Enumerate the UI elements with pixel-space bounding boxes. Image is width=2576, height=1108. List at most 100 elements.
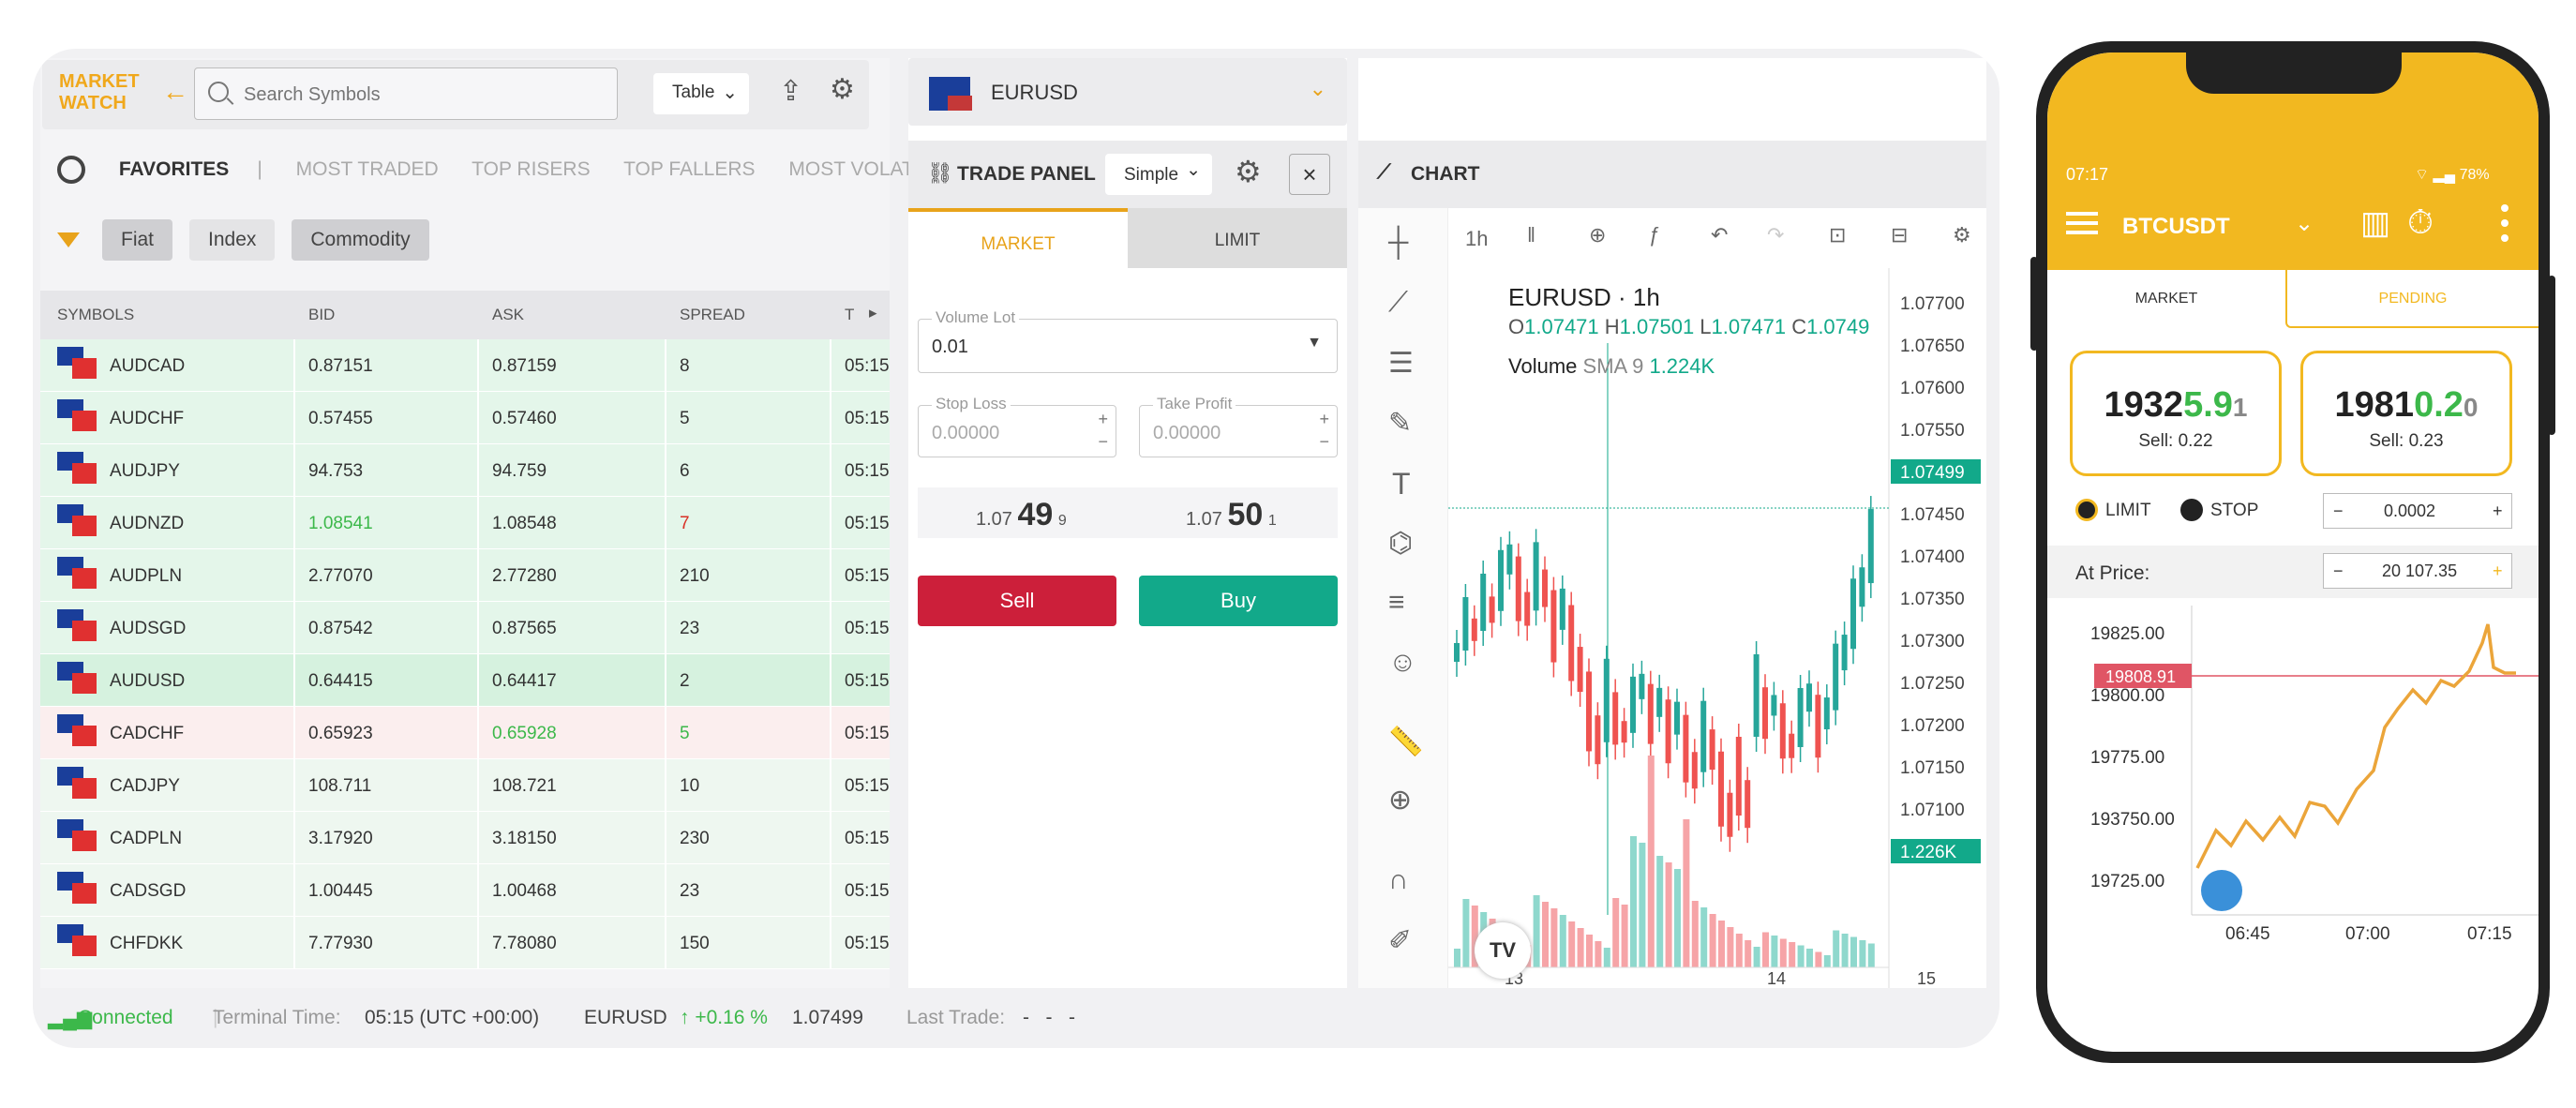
tab-top-fallers[interactable]: TOP FALLERS bbox=[623, 158, 755, 180]
menu-icon[interactable] bbox=[2066, 212, 2098, 216]
settings-gear-icon[interactable] bbox=[57, 156, 85, 184]
qty-minus[interactable]: − bbox=[2333, 502, 2344, 521]
pattern-icon[interactable]: ⌬ bbox=[1388, 527, 1413, 560]
close-button[interactable]: × bbox=[1289, 154, 1330, 195]
compare-icon[interactable]: ⊡ bbox=[1829, 223, 1846, 247]
col-time[interactable]: T bbox=[845, 306, 854, 324]
candle-body bbox=[1586, 671, 1592, 752]
tab-favorites[interactable]: FAVORITES bbox=[119, 158, 229, 180]
row-time: 05:15:3 bbox=[845, 829, 890, 848]
table-row[interactable]: CADPLN 3.17920 3.18150 230 05:15:3 bbox=[40, 812, 890, 864]
stop-radio[interactable] bbox=[2180, 499, 2203, 521]
row-symbol: CADSGD bbox=[110, 881, 187, 901]
phone-price-chart[interactable]: 19825.00 19800.00 19775.00 193750.00 19725.0… bbox=[2047, 606, 2539, 943]
filter-icon[interactable] bbox=[57, 232, 80, 247]
qty-plus[interactable]: + bbox=[2493, 502, 2503, 521]
trend-line-icon[interactable]: ⟋ bbox=[1388, 287, 1408, 319]
table-row[interactable]: AUDCAD 0.87151 0.87159 8 05:15:3 bbox=[40, 339, 890, 392]
interval-button[interactable]: 1h bbox=[1465, 227, 1488, 251]
phone-sell-card[interactable]: 19325.91 Sell: 0.22 bbox=[2070, 351, 2282, 476]
table-row[interactable]: CADCHF 0.65923 0.65928 5 05:15:3 bbox=[40, 707, 890, 759]
candle-body bbox=[1683, 714, 1689, 783]
table-row[interactable]: AUDCHF 0.57455 0.57460 5 05:15:3 bbox=[40, 392, 890, 444]
price-minus[interactable]: − bbox=[2333, 561, 2344, 581]
phone-buy-card[interactable]: 19810.20 Sell: 0.23 bbox=[2300, 351, 2512, 476]
snapshot-icon[interactable]: ⊟ bbox=[1891, 223, 1908, 247]
tab-market[interactable]: MARKET bbox=[908, 208, 1128, 268]
tab-limit[interactable]: LIMIT bbox=[1128, 208, 1347, 268]
add-indicator-icon[interactable]: ⊕ bbox=[1589, 223, 1606, 247]
ruler-icon[interactable]: 📏 bbox=[1388, 726, 1423, 758]
tab-most-traded[interactable]: MOST TRADED bbox=[296, 158, 439, 180]
zoom-in-icon[interactable]: ⊕ bbox=[1388, 784, 1412, 816]
chart-bars-icon[interactable]: ▥ bbox=[2360, 204, 2390, 242]
emoji-icon[interactable]: ☺ bbox=[1388, 647, 1417, 679]
phone-tab-market[interactable]: MARKET bbox=[2047, 270, 2285, 328]
table-row[interactable]: AUDNZD 1.08541 1.08548 7 05:15:3 bbox=[40, 497, 890, 549]
upload-icon[interactable]: ⇪ bbox=[779, 75, 802, 108]
mode-select[interactable]: Simple ⌄ bbox=[1105, 154, 1212, 195]
take-profit-stepper[interactable]: + − bbox=[1319, 408, 1329, 453]
table-row[interactable]: CHFDKK 7.77930 7.78080 150 05:15:3 bbox=[40, 917, 890, 969]
phone-x-label: 07:15 bbox=[2467, 924, 2512, 943]
function-icon[interactable]: ƒ bbox=[1649, 223, 1660, 247]
lock-draw-icon[interactable]: ✐ bbox=[1388, 924, 1412, 957]
view-select[interactable]: Table ⌄ bbox=[653, 73, 749, 114]
fib-icon[interactable]: ≡ bbox=[1388, 587, 1405, 619]
chevron-down-icon[interactable]: ⌄ bbox=[2295, 210, 2314, 237]
table-row[interactable]: AUDPLN 2.77070 2.77280 210 05:15:1 bbox=[40, 549, 890, 602]
stop-loss-stepper[interactable]: + − bbox=[1098, 408, 1108, 453]
gear-icon[interactable]: ⚙ bbox=[830, 73, 855, 106]
col-spread[interactable]: SPREAD bbox=[680, 306, 745, 324]
row-bid: 0.64415 bbox=[308, 671, 373, 691]
table-row[interactable]: CADJPY 108.711 108.721 10 05:15:3 bbox=[40, 759, 890, 812]
filter-fiat[interactable]: Fiat bbox=[102, 219, 173, 261]
sell-button[interactable]: Sell bbox=[918, 576, 1116, 626]
horizontal-lines-icon[interactable]: ☰ bbox=[1388, 347, 1414, 380]
clock-money-icon[interactable]: ⏱ bbox=[2407, 202, 2434, 243]
candle-body bbox=[1621, 721, 1627, 743]
chart-settings-icon[interactable]: ⚙ bbox=[1953, 223, 1971, 247]
col-ask[interactable]: ASK bbox=[492, 306, 524, 324]
back-arrow-icon[interactable]: ← bbox=[162, 77, 188, 107]
candle-body bbox=[1806, 683, 1812, 712]
more-vertical-icon[interactable] bbox=[2501, 204, 2509, 212]
phone-symbol[interactable]: BTCUSDT bbox=[2122, 214, 2230, 240]
brush-icon[interactable]: ✎ bbox=[1388, 407, 1412, 440]
scroll-right-icon[interactable]: ▸ bbox=[869, 304, 877, 322]
tradingview-logo-icon[interactable]: TV bbox=[1475, 922, 1531, 979]
tab-top-risers[interactable]: TOP RISERS bbox=[472, 158, 590, 180]
filter-index[interactable]: Index bbox=[189, 219, 276, 261]
filter-commodity[interactable]: Commodity bbox=[292, 219, 429, 261]
col-bid[interactable]: BID bbox=[308, 306, 335, 324]
search-box[interactable] bbox=[194, 67, 618, 120]
take-profit-field[interactable]: Take Profit 0.00000 + − bbox=[1139, 395, 1338, 457]
phone-tab-pending[interactable]: PENDING bbox=[2285, 270, 2539, 328]
volume-bar bbox=[1577, 928, 1584, 967]
candle-type-icon[interactable]: ǁ bbox=[1527, 223, 1535, 247]
table-row[interactable]: AUDUSD 0.64415 0.64417 2 05:15:3 bbox=[40, 654, 890, 707]
buy-button[interactable]: Buy bbox=[1139, 576, 1338, 626]
undo-icon[interactable]: ↶ bbox=[1711, 223, 1728, 247]
text-icon[interactable]: T bbox=[1392, 467, 1411, 502]
redo-icon[interactable]: ↷ bbox=[1767, 223, 1784, 247]
qty-stepper[interactable]: − 0.0002 + bbox=[2323, 493, 2512, 529]
gear-icon[interactable]: ⚙ bbox=[1235, 154, 1262, 189]
candle-body bbox=[1823, 697, 1830, 730]
search-input[interactable] bbox=[244, 82, 600, 108]
table-row[interactable]: AUDSGD 0.87542 0.87565 23 05:15:2 bbox=[40, 602, 890, 654]
limit-radio[interactable] bbox=[2075, 499, 2098, 521]
column-divider bbox=[293, 392, 295, 444]
table-row[interactable]: AUDJPY 94.753 94.759 6 05:15:3 bbox=[40, 444, 890, 497]
volume-lot-select[interactable]: Volume Lot 0.01 ▼ bbox=[918, 308, 1338, 373]
price-stepper[interactable]: − 20 107.35 + bbox=[2323, 553, 2512, 589]
symbol-selector[interactable]: EURUSD ⌄ bbox=[908, 58, 1347, 126]
col-symbols[interactable]: SYMBOLS bbox=[57, 306, 134, 324]
magnet-icon[interactable]: ∩ bbox=[1388, 864, 1409, 896]
row-ask: 2.77280 bbox=[492, 566, 557, 586]
crosshair-icon[interactable]: ┼ bbox=[1388, 227, 1408, 259]
table-row[interactable]: CADSGD 1.00445 1.00468 23 05:15:1 bbox=[40, 864, 890, 917]
phone-x-label: 07:00 bbox=[2345, 924, 2390, 943]
stop-loss-field[interactable]: Stop Loss 0.00000 + − bbox=[918, 395, 1116, 457]
price-plus[interactable]: + bbox=[2493, 561, 2503, 581]
